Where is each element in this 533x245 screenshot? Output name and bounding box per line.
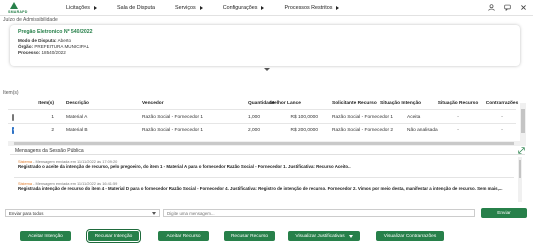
summary-label: Processo: xyxy=(18,50,41,55)
main-menu: Licitações Sala de Disputa Serviços Conf… xyxy=(66,5,359,11)
table-header: Item(s) Descrição Vencedor Quantidade Me… xyxy=(8,97,518,109)
items-section-label: Item(s) xyxy=(3,90,19,96)
nav-item-label: Serviços xyxy=(175,5,196,11)
cell-situacao-recurso: - xyxy=(457,114,459,120)
message-item: Sistema - Mensagem enviada em 11/11/2022… xyxy=(18,159,508,170)
checkbox-checked[interactable] xyxy=(12,126,14,134)
nav-item-processos-restritos[interactable]: Processos Restritos xyxy=(284,5,340,11)
column-header[interactable]: Contrarrazões xyxy=(482,101,522,106)
collapse-caret-icon[interactable] xyxy=(264,68,270,71)
cell-item: 2 xyxy=(51,127,54,133)
view-counterarguments-button[interactable]: Visualizar Contrarrazões xyxy=(376,231,444,241)
process-summary-card: Pregão Eletronico Nº 540/2022 Modo de Di… xyxy=(10,25,520,66)
nav-item-label: Sala de Disputa xyxy=(116,5,156,11)
row-checkbox[interactable] xyxy=(12,126,14,134)
column-header[interactable]: Melhor Lance xyxy=(270,101,301,106)
row-divider xyxy=(8,109,516,110)
message-item: Sistema - Mensagem enviada em 11/11/2022… xyxy=(18,181,508,192)
close-icon[interactable] xyxy=(520,4,527,11)
table-vertical-scrollbar[interactable] xyxy=(520,103,526,141)
cell-item: 1 xyxy=(51,114,54,120)
messages-header: Mensagens da Sessão Pública xyxy=(10,146,525,155)
messages-scrollbar[interactable] xyxy=(518,157,522,202)
recipient-select[interactable]: Enviar para todos xyxy=(5,209,160,217)
caret-right-icon xyxy=(93,6,97,10)
nav-item-servicos[interactable]: Serviços xyxy=(175,5,203,11)
expand-icon[interactable] xyxy=(518,147,525,154)
chevron-down-icon xyxy=(348,234,353,238)
nav-icons xyxy=(488,4,527,11)
summary-label: Modo de Disputa: xyxy=(18,38,57,43)
cell-contrarrazoes: - xyxy=(501,127,503,133)
message-text: Registrado o aceite da intenção de recur… xyxy=(18,164,351,169)
cell-descricao: Material A xyxy=(66,114,88,120)
messages-title: Mensagens da Sessão Pública xyxy=(15,148,84,154)
accept-appeal-button[interactable]: Aceitar Recurso xyxy=(158,231,209,241)
message-divider xyxy=(14,177,514,178)
cell-vencedor: Razão Social - Fornecedor 1 xyxy=(142,114,204,120)
cell-situacao-intencao: Aceita xyxy=(407,114,421,120)
top-navbar: SMARAPD Licitações Sala de Disputa Servi… xyxy=(0,0,533,16)
cell-solicitante: Razão Social - Fornecedor 2 xyxy=(332,127,394,133)
summary-value: PREFEITURA MUNICIPAL xyxy=(34,44,90,49)
caret-right-icon xyxy=(199,6,203,10)
nav-item-label: Licitações xyxy=(66,5,90,11)
messages-list: Sistema - Mensagem enviada em 11/11/2022… xyxy=(10,157,525,202)
nav-item-label: Configurações xyxy=(222,5,258,11)
cell-situacao-recurso: - xyxy=(457,127,459,133)
column-header[interactable]: Item(s) xyxy=(36,101,54,106)
scrollbar-thumb[interactable] xyxy=(14,142,514,145)
logo-text: SMARAPD xyxy=(8,10,28,14)
action-bar: Aceitar Intenção Recusar Intenção Aceita… xyxy=(0,228,533,243)
process-title: Pregão Eletronico Nº 540/2022 xyxy=(18,29,93,35)
summary-label: Órgão: xyxy=(18,44,34,49)
cell-melhor-lance: R$ 100,0000 xyxy=(290,114,318,120)
summary-value: 18540/2022 xyxy=(41,50,66,55)
nav-item-label: Processos Restritos xyxy=(284,5,333,11)
message-text: Registrada intenção de recurso do item 4… xyxy=(18,186,503,191)
refuse-intention-button[interactable]: Recusar Intenção xyxy=(86,229,141,243)
accept-intention-button[interactable]: Aceitar Intenção xyxy=(20,231,71,241)
row-checkbox[interactable] xyxy=(12,113,14,121)
refuse-appeal-button[interactable]: Recusar Recurso xyxy=(224,231,275,241)
items-table: Item(s) Descrição Vencedor Quantidade Me… xyxy=(8,97,526,141)
column-header[interactable]: Situação Intenção xyxy=(380,101,421,106)
scrollbar-thumb[interactable] xyxy=(521,109,525,133)
column-header[interactable]: Solicitante Recurso xyxy=(332,101,377,106)
checkbox-unchecked[interactable] xyxy=(12,113,14,121)
recipient-select-value: Enviar para todos xyxy=(9,211,44,216)
column-header[interactable]: Situação Recurso xyxy=(434,101,482,106)
cell-melhor-lance: R$ 200,0000 xyxy=(290,127,318,133)
summary-line-processo: Processo: 18540/2022 xyxy=(18,50,512,56)
view-justifications-label: Visualizar Justificativas xyxy=(295,233,345,239)
cell-descricao: Material B xyxy=(66,127,88,133)
cell-solicitante: Razão Social - Fornecedor 1 xyxy=(332,114,394,120)
column-header[interactable]: Vencedor xyxy=(142,101,164,106)
nav-item-licitacoes[interactable]: Licitações xyxy=(66,5,97,11)
scrollbar-thumb[interactable] xyxy=(519,160,521,178)
user-icon[interactable] xyxy=(488,4,495,11)
message-input[interactable] xyxy=(163,209,475,217)
logo-mark-icon xyxy=(10,2,18,9)
view-justifications-button[interactable]: Visualizar Justificativas xyxy=(288,231,360,241)
send-button[interactable]: Enviar xyxy=(481,208,527,218)
cell-vencedor: Razão Social - Fornecedor 1 xyxy=(142,127,204,133)
breadcrumb: Juízo de Admissibilidade xyxy=(3,17,58,23)
chevron-down-icon xyxy=(152,212,156,215)
nav-item-sala-de-disputa[interactable]: Sala de Disputa xyxy=(117,5,155,11)
chat-icon[interactable] xyxy=(504,4,511,11)
cell-contrarrazoes: - xyxy=(501,114,503,120)
caret-right-icon xyxy=(261,6,265,10)
summary-value: Aberto xyxy=(57,38,72,43)
table-row[interactable]: 1 Material A Razão Social - Fornecedor 1… xyxy=(8,111,516,123)
caret-right-icon xyxy=(336,6,340,10)
nav-item-configuracoes[interactable]: Configurações xyxy=(223,5,265,11)
table-row[interactable]: 2 Material B Razão Social - Fornecedor 1… xyxy=(8,124,516,136)
app-logo[interactable]: SMARAPD xyxy=(6,2,32,16)
send-message-row: Enviar para todos Enviar xyxy=(0,206,533,219)
column-header[interactable]: Descrição xyxy=(66,101,89,106)
